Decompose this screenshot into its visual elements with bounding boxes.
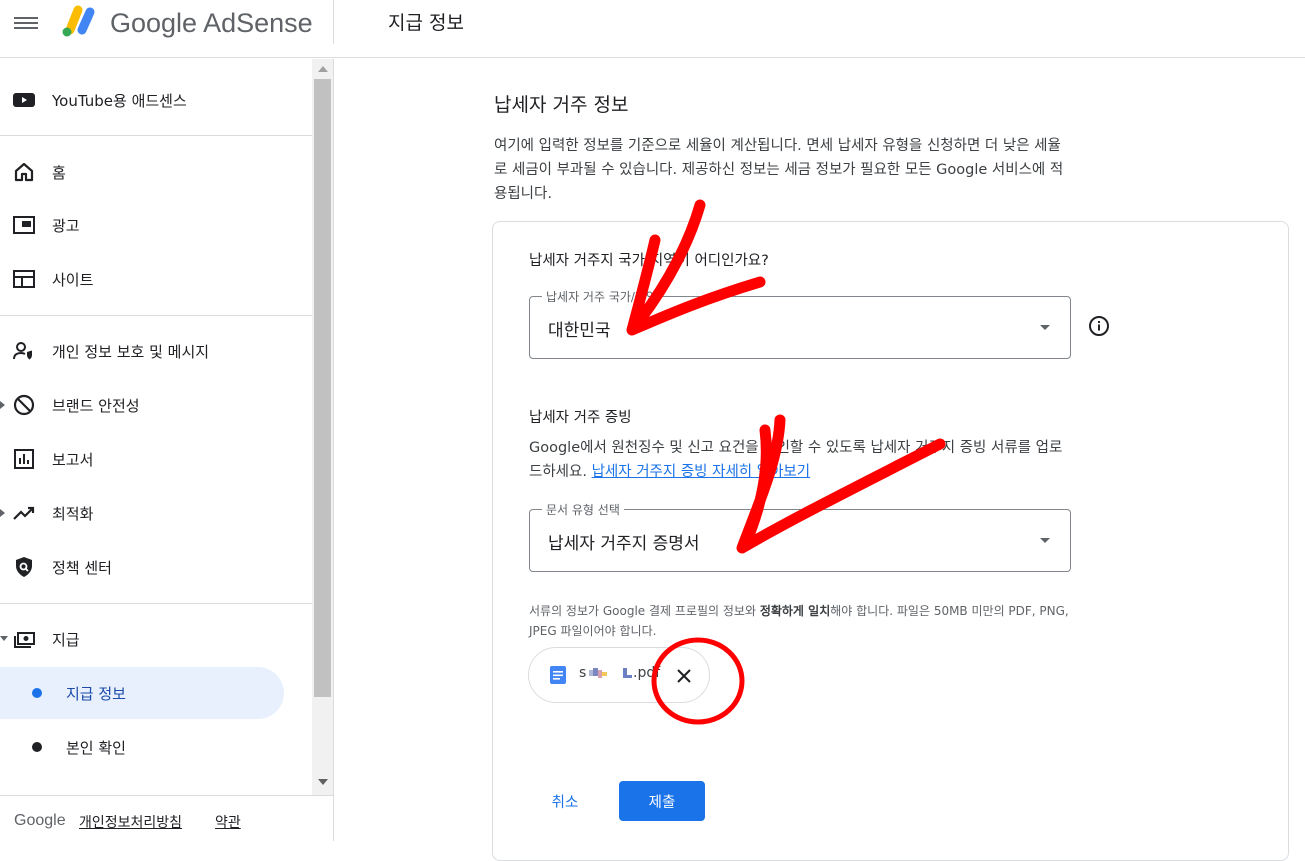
privacy-policy-link[interactable]: 개인정보처리방침 <box>79 812 182 832</box>
sidebar-item-label: 최적화 <box>52 504 94 523</box>
divider <box>0 135 312 136</box>
menu-icon[interactable] <box>14 14 38 32</box>
sidebar-subitem-label: 본인 확인 <box>66 738 126 757</box>
policy-shield-icon <box>16 557 32 577</box>
privacy-icon <box>13 342 32 360</box>
redacted-filename <box>589 668 632 678</box>
uploaded-file-chip: s .pdf <box>528 647 710 703</box>
sidebar-item-label: 사이트 <box>52 270 94 289</box>
divider <box>333 0 334 44</box>
home-icon <box>14 162 34 182</box>
learn-more-link[interactable]: 납세자 거주지 증빙 자세히 알아보기 <box>592 464 811 480</box>
country-select[interactable]: 납세자 거주 국가/지역 대한민국 <box>529 288 1071 359</box>
sidebar-subitem-payment-info[interactable]: 지급 정보 <box>0 667 284 719</box>
page-title: 지급 정보 <box>388 12 464 34</box>
scroll-up-arrow-icon[interactable] <box>318 66 328 72</box>
chevron-down-icon[interactable] <box>0 636 8 641</box>
sidebar-item-label: 지급 <box>52 630 80 649</box>
info-icon[interactable] <box>1088 315 1110 337</box>
sidebar-item-home[interactable]: 홈 <box>0 145 312 199</box>
sidebar-subitem-identity[interactable]: 본인 확인 <box>0 721 284 773</box>
bullet-icon <box>32 742 42 752</box>
note-text: 서류의 정보가 Google 결제 프로필의 정보와 <box>529 604 760 618</box>
submit-button[interactable]: 제출 <box>619 781 705 821</box>
file-name-extension: .pdf <box>633 665 661 681</box>
sidebar-item-label: 개인 정보 보호 및 메시지 <box>52 342 210 361</box>
scroll-down-arrow-icon[interactable] <box>318 779 328 785</box>
youtube-icon <box>13 93 35 107</box>
sidebar-item-label: 홈 <box>52 163 66 182</box>
sites-icon <box>13 270 35 288</box>
payments-icon <box>14 632 35 648</box>
sidebar-item-label: 보고서 <box>52 450 94 469</box>
sidebar-item-optimization[interactable]: 최적화 <box>0 486 312 540</box>
terms-link[interactable]: 약관 <box>215 812 241 832</box>
sidebar: YouTube용 애드센스 홈 광고 사이트 개인 정보 보호 및 메시지 브랜… <box>0 59 334 841</box>
divider <box>0 315 312 316</box>
section-title: 납세자 거주 정보 <box>494 94 629 116</box>
country-select-value: 대한민국 <box>548 321 611 341</box>
sidebar-item-reports[interactable]: 보고서 <box>0 432 312 486</box>
sidebar-item-label: 정책 센터 <box>52 558 112 577</box>
sidebar-scrollbar[interactable] <box>312 59 333 795</box>
remove-file-close-icon[interactable] <box>673 665 695 687</box>
chevron-right-icon[interactable] <box>0 401 5 409</box>
country-question: 납세자 거주지 국가/지역이 어디인가요? <box>529 253 769 269</box>
sidebar-item-policy-center[interactable]: 정책 센터 <box>0 540 312 594</box>
file-name-prefix: s <box>579 665 587 681</box>
reports-icon <box>14 449 34 469</box>
document-type-select[interactable]: 문서 유형 선택 납세자 거주지 증명서 <box>529 501 1071 572</box>
sidebar-item-payments[interactable]: 지급 <box>0 612 312 666</box>
ads-icon <box>13 216 35 234</box>
sidebar-item-label: 브랜드 안전성 <box>52 396 140 415</box>
top-app-bar: Google AdSense 지급 정보 <box>0 0 1305 58</box>
proof-description: Google에서 원천징수 및 신고 요건을 확인할 수 있도록 납세자 거주지… <box>529 436 1069 484</box>
country-select-label: 납세자 거주 국가/지역 <box>542 288 662 305</box>
brand-name: Google AdSense <box>110 8 313 38</box>
block-icon <box>13 394 35 416</box>
google-wordmark: Google <box>14 812 66 829</box>
sidebar-footer: Google 개인정보처리방침 약관 <box>0 795 333 841</box>
document-icon <box>550 666 566 684</box>
sidebar-item-privacy[interactable]: 개인 정보 보호 및 메시지 <box>0 324 312 378</box>
dropdown-arrow-icon <box>1040 538 1050 543</box>
dropdown-arrow-icon <box>1040 325 1050 330</box>
adsense-logo-icon <box>62 5 95 37</box>
scrollbar-thumb[interactable] <box>314 79 331 697</box>
sidebar-item-ads[interactable]: 광고 <box>0 198 312 252</box>
trending-icon <box>13 506 35 520</box>
sidebar-item-brand-safety[interactable]: 브랜드 안전성 <box>0 378 312 432</box>
sidebar-subitem-label: 지급 정보 <box>66 684 126 703</box>
chevron-right-icon[interactable] <box>0 509 5 517</box>
sidebar-item-sites[interactable]: 사이트 <box>0 252 312 306</box>
note-emphasis: 정확하게 일치 <box>759 604 831 618</box>
sidebar-item-label: 광고 <box>52 216 80 235</box>
cancel-button[interactable]: 취소 <box>532 782 598 820</box>
divider <box>0 603 312 604</box>
sidebar-item-label: YouTube용 애드센스 <box>52 91 187 110</box>
sidebar-item-youtube[interactable]: YouTube용 애드센스 <box>0 73 312 127</box>
document-type-value: 납세자 거주지 증명서 <box>548 534 700 554</box>
file-requirements-note: 서류의 정보가 Google 결제 프로필의 정보와 정확하게 일치해야 합니다… <box>529 601 1089 641</box>
proof-title: 납세자 거주 증빙 <box>529 410 632 426</box>
section-description: 여기에 입력한 정보를 기준으로 세율이 계산됩니다. 면세 납세자 유형을 신… <box>494 138 1064 202</box>
bullet-icon <box>32 688 42 698</box>
document-type-label: 문서 유형 선택 <box>542 501 624 518</box>
